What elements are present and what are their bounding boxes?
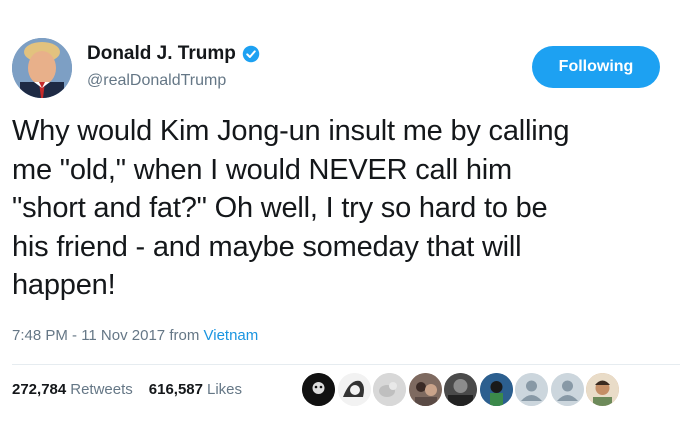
- user-avatar-icon: [479, 373, 513, 406]
- liker-avatar[interactable]: [444, 373, 477, 406]
- from-label: from: [169, 327, 200, 344]
- retweets-label: Retweets: [70, 381, 133, 398]
- tweet-meta: 7:48 PM - 11 Nov 2017 from Vietnam: [12, 327, 258, 344]
- liker-avatar[interactable]: [373, 373, 406, 406]
- author-name-row: Donald J. Trump: [87, 42, 260, 66]
- user-avatar-icon: [373, 373, 406, 406]
- liker-avatar[interactable]: [550, 373, 584, 406]
- tweet-text: Why would Kim Jong-un insult me by calli…: [12, 112, 672, 305]
- liker-avatar[interactable]: [515, 373, 548, 406]
- liker-avatar[interactable]: [302, 373, 335, 406]
- tweet-location-link[interactable]: Vietnam: [204, 327, 259, 344]
- tweet-line: me "old," when I would NEVER call him: [12, 153, 512, 186]
- liker-avatar[interactable]: [337, 373, 371, 406]
- tweet-line: "short and fat?" Oh well, I try so hard …: [12, 192, 548, 224]
- user-avatar-icon: [586, 373, 619, 406]
- tweet-line: Why would Kim Jong-un insult me by calli…: [12, 115, 570, 147]
- likes-stat[interactable]: 616,587 Likes: [149, 381, 242, 398]
- likes-count: 616,587: [148, 381, 203, 398]
- likes-label: Likes: [207, 381, 243, 398]
- default-user-icon: [515, 373, 548, 406]
- tweet-line: happen!: [12, 269, 116, 301]
- user-avatar-icon: [302, 373, 335, 406]
- following-button[interactable]: Following: [532, 46, 660, 88]
- author-name[interactable]: Donald J. Trump: [87, 43, 236, 65]
- liker-avatar[interactable]: [586, 373, 619, 406]
- retweets-count: 272,784: [12, 381, 67, 398]
- user-avatar-icon: [408, 373, 442, 406]
- author-handle[interactable]: @realDonaldTrump: [87, 72, 226, 90]
- retweets-stat[interactable]: 272,784 Retweets: [12, 381, 133, 398]
- divider: [12, 364, 680, 365]
- liker-avatar[interactable]: [408, 373, 442, 406]
- liker-avatar[interactable]: [479, 373, 513, 406]
- user-avatar-icon: [444, 373, 477, 406]
- liker-avatars: [302, 373, 622, 409]
- verified-badge-icon: [242, 45, 260, 63]
- default-user-icon: [550, 373, 584, 406]
- tweet-timestamp[interactable]: 7:48 PM - 11 Nov 2017: [12, 327, 165, 344]
- user-avatar-icon: [337, 373, 371, 406]
- tweet-stats: 272,784 Retweets 616,587 Likes: [12, 381, 242, 398]
- tweet-header: Donald J. Trump @realDonaldTrump Followi…: [12, 38, 668, 102]
- author-avatar[interactable]: [12, 38, 72, 98]
- profile-photo-icon: [12, 38, 72, 98]
- tweet-line: his friend - and maybe someday that will: [12, 230, 522, 263]
